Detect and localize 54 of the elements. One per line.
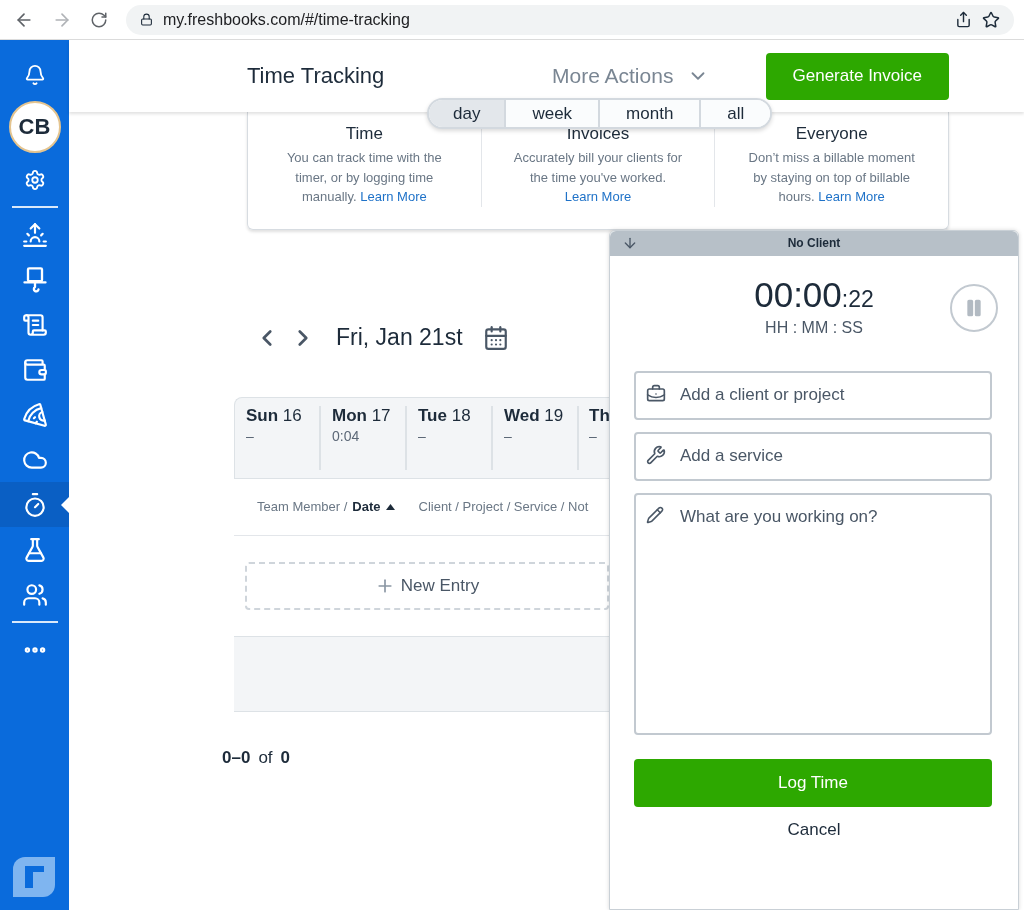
- range-tab[interactable]: day: [429, 100, 505, 127]
- day-total: –: [504, 427, 513, 444]
- pencil-icon: [646, 505, 664, 524]
- feature-heading: Time: [345, 124, 383, 144]
- more-actions-dropdown[interactable]: More Actions: [552, 64, 710, 88]
- lock-icon: [140, 13, 153, 26]
- day-total: 0:04: [332, 427, 361, 444]
- calendar-icon[interactable]: [482, 324, 509, 351]
- pause-icon: [964, 297, 984, 318]
- column-header[interactable]: Date: [352, 499, 381, 514]
- feature-description: Accurately bill your clients for the time you've worked. Learn More: [512, 149, 684, 206]
- column-header: Client / Project / Service / Not: [418, 499, 589, 514]
- user-avatar[interactable]: CB: [8, 101, 61, 153]
- feature-description: You can track time with the timer, or by logging time manually. Learn More: [285, 149, 443, 206]
- address-bar[interactable]: my.freshbooks.com/#/time-tracking: [126, 4, 1014, 35]
- learn-more-link[interactable]: Learn More: [564, 189, 632, 204]
- feature-description: Don’t miss a billable moment by staying on top of billable hours. Learn More: [747, 149, 916, 206]
- notes-field[interactable]: What are you working on?: [634, 492, 992, 735]
- learn-more-link[interactable]: Learn More: [360, 189, 427, 204]
- star-icon[interactable]: [982, 10, 1000, 29]
- range-tab[interactable]: week: [504, 100, 599, 127]
- day-label[interactable]: Tue 18: [418, 405, 491, 426]
- day-total: –: [589, 427, 598, 444]
- page-title: Time Tracking: [247, 63, 386, 89]
- feature-heading: Everyone: [795, 124, 868, 144]
- learn-more-link[interactable]: Learn More: [818, 189, 885, 204]
- timer-display: 00:00:22: [754, 274, 874, 315]
- sort-caret-icon: [385, 503, 395, 510]
- day-label[interactable]: Wed 19: [504, 405, 577, 426]
- day-total: –: [418, 427, 427, 444]
- new-entry-button[interactable]: New Entry: [245, 561, 609, 610]
- service-field[interactable]: Add a service: [634, 431, 992, 481]
- day-label[interactable]: Th: [589, 405, 609, 426]
- column-header[interactable]: Team Member /: [257, 499, 348, 514]
- total-count: 0: [280, 747, 291, 768]
- current-date: Fri, Jan 21st: [336, 324, 463, 351]
- feature-heading: Invoices: [566, 124, 630, 144]
- pagination-of: of: [258, 747, 273, 768]
- day-total: –: [246, 427, 255, 444]
- client-label: No Client: [787, 236, 841, 250]
- share-icon[interactable]: [955, 11, 972, 28]
- day-label[interactable]: Sun 16: [246, 405, 319, 426]
- range-tab[interactable]: all: [699, 100, 771, 127]
- briefcase-icon: [646, 383, 666, 404]
- page-range: 0–0: [222, 747, 251, 768]
- cancel-button[interactable]: Cancel: [781, 818, 847, 841]
- time-format-label: HH : MM : SS: [765, 318, 863, 337]
- client-project-field[interactable]: Add a client or project: [634, 370, 992, 420]
- stopwatch-icon[interactable]: [0, 482, 69, 527]
- reload-button[interactable]: [90, 10, 108, 29]
- collapse-arrow-icon[interactable]: [622, 235, 638, 251]
- wrench-icon: [646, 444, 666, 465]
- day-label[interactable]: Mon 17: [332, 405, 405, 426]
- range-tab[interactable]: month: [598, 100, 700, 127]
